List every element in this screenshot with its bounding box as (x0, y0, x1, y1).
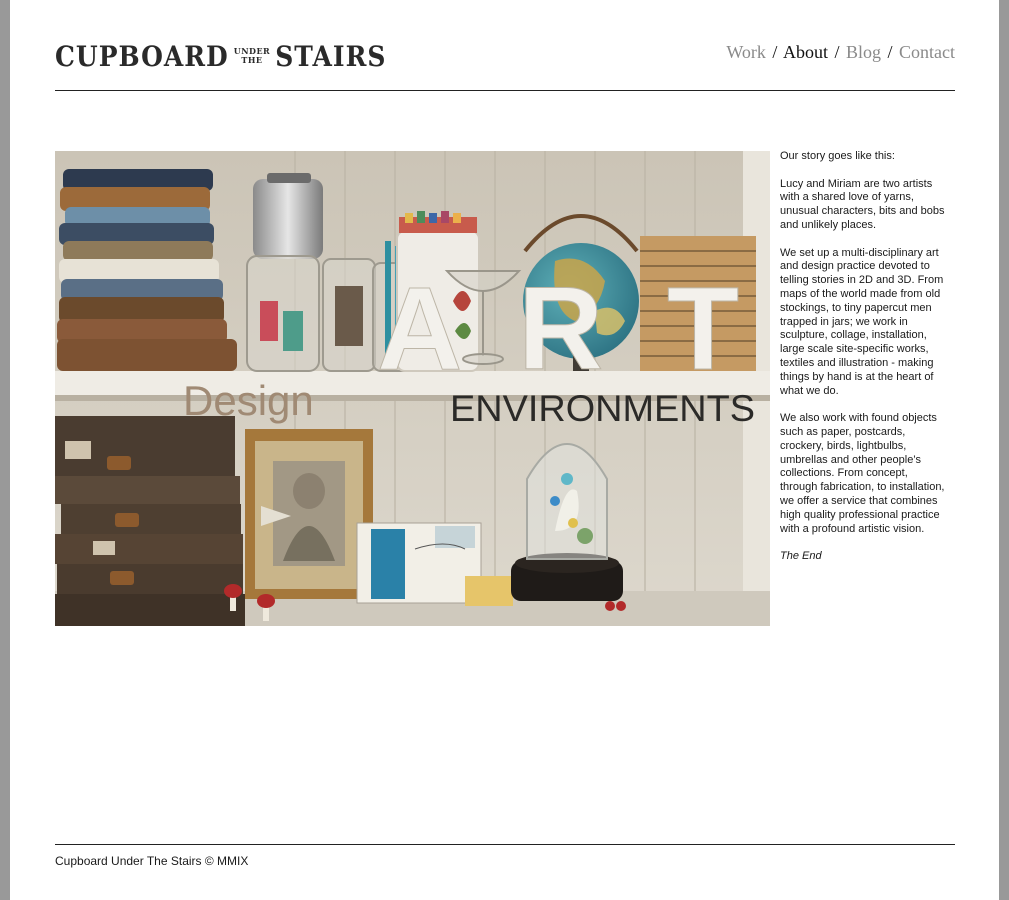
logo-word-cupboard: CUPBOARD (55, 39, 229, 73)
logo-under-the: UNDER THE (234, 47, 270, 65)
header-divider (55, 90, 955, 91)
story-intro: Our story goes like this: (780, 150, 895, 162)
nav-separator: / (772, 42, 778, 62)
footer-copyright: Cupboard Under The Stairs © MMIX (55, 854, 249, 868)
story-paragraph: We set up a multi-disciplinary art and d… (780, 246, 944, 397)
story-text: Our story goes like this: Lucy and Miria… (780, 150, 945, 578)
logo-word-stairs: STAIRS (275, 39, 387, 73)
nav-about[interactable]: About (783, 42, 828, 62)
sign-environments: ENVIRONMENTS (450, 388, 755, 429)
letter-a: A (377, 263, 462, 395)
footer-divider (55, 844, 955, 845)
main-nav: Work / About / Blog / Contact (726, 42, 955, 63)
thread-spool (253, 173, 323, 259)
letter-r: R (518, 263, 603, 395)
nav-contact[interactable]: Contact (899, 42, 955, 62)
shelf-photo-illustration: A R T Design ENVIRONMENTS (55, 151, 770, 626)
nav-separator: / (887, 42, 893, 62)
framed-portrait (245, 429, 373, 599)
suitcase-stack (55, 416, 245, 626)
site-logo[interactable]: CUPBOARD UNDER THE STAIRS (55, 40, 386, 72)
story-end: The End (780, 550, 822, 563)
logo-word-the: THE (241, 55, 263, 65)
nav-blog[interactable]: Blog (846, 42, 881, 62)
hero-photo: A R T Design ENVIRONMENTS (55, 151, 770, 626)
nav-separator: / (834, 42, 840, 62)
nav-work[interactable]: Work (726, 42, 766, 62)
site-header: CUPBOARD UNDER THE STAIRS Work / About /… (55, 40, 955, 90)
story-paragraph: Lucy and Miriam are two artists with a s… (780, 177, 945, 231)
page: CUPBOARD UNDER THE STAIRS Work / About /… (10, 0, 999, 900)
letter-t: T (667, 263, 739, 395)
story-paragraph: We also work with found objects such as … (780, 412, 945, 535)
fabric-stack (57, 169, 237, 371)
